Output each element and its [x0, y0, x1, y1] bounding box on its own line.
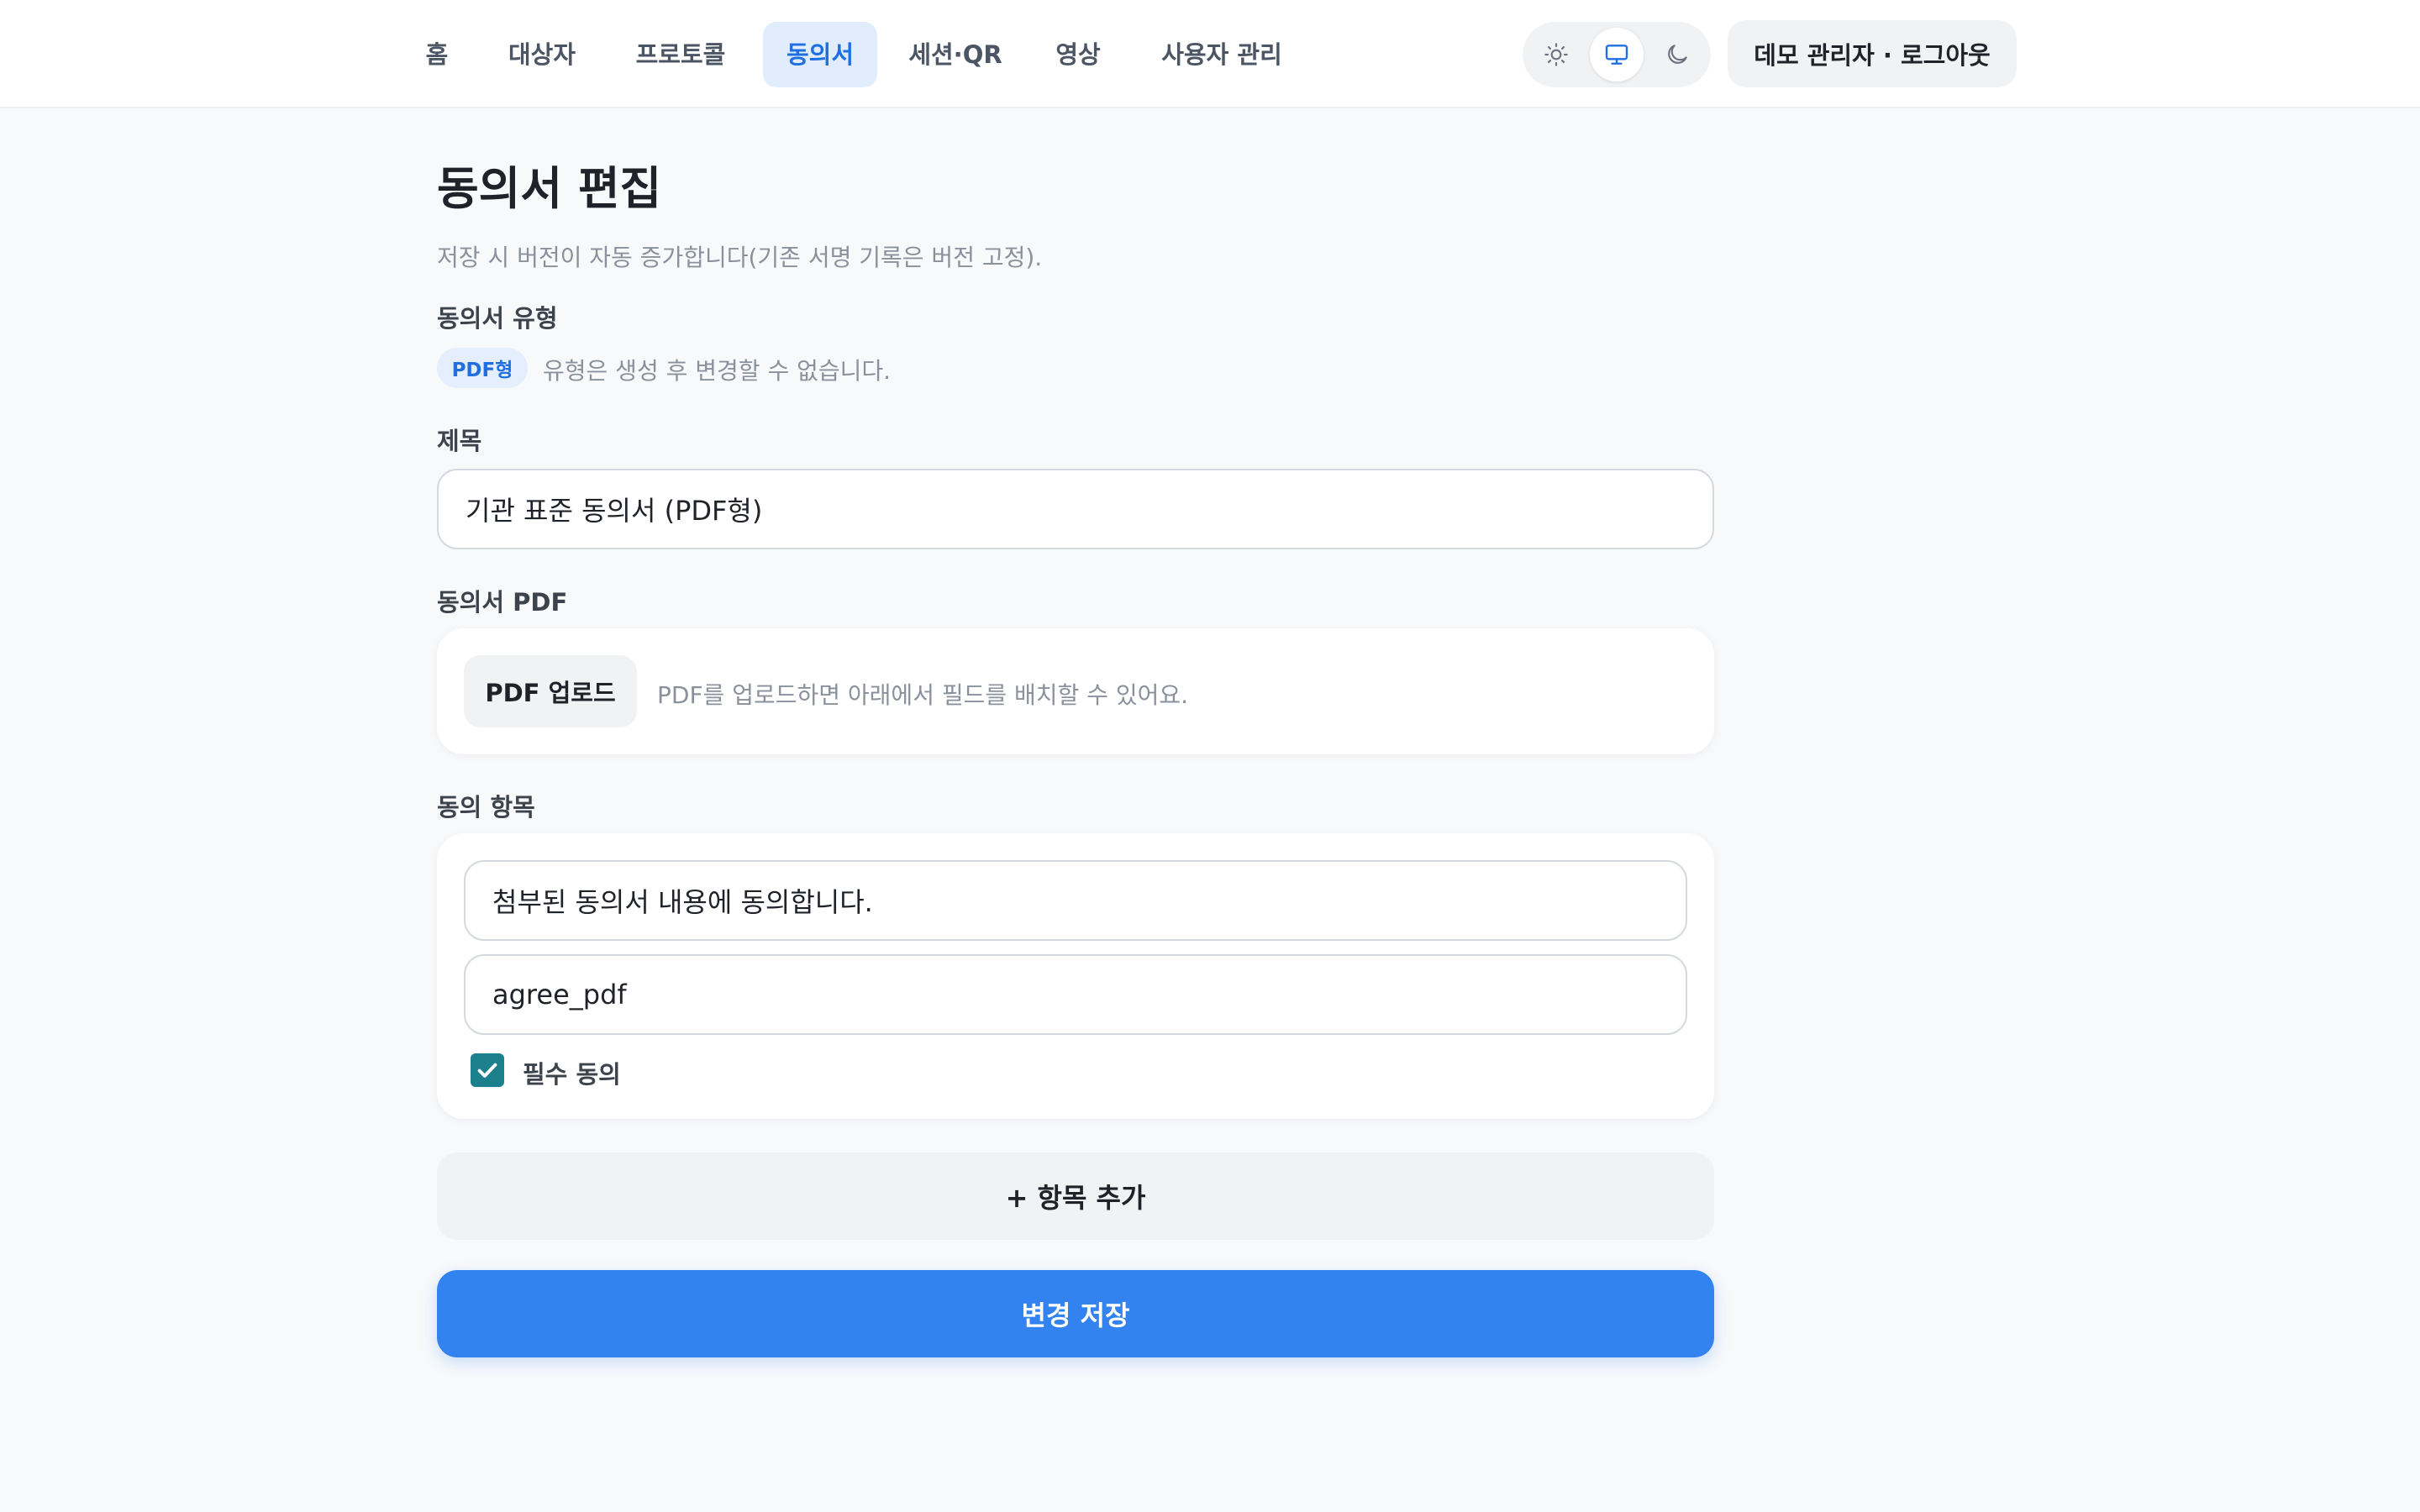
nav-item-user-management[interactable]: 사용자 관리 — [1148, 22, 1296, 87]
top-navigation-bar: 홈 대상자 프로토콜 동의서 세션·QR 영상 사용자 관리 데모 관리자 · … — [0, 0, 2420, 108]
page-subtitle: 저장 시 버전이 자동 증가합니다(기존 서명 기록은 버전 고정). — [437, 244, 1043, 271]
nav-item-session-qr[interactable]: 세션·QR — [902, 22, 1008, 87]
sun-icon — [1544, 43, 1568, 66]
pdf-upload-button[interactable]: PDF 업로드 — [464, 655, 637, 727]
consent-type-note: 유형은 생성 후 변경할 수 없습니다. — [543, 357, 892, 385]
nav-item-videos[interactable]: 영상 — [1042, 22, 1114, 87]
account-logout-button[interactable]: 데모 관리자 · 로그아웃 — [1728, 20, 2017, 87]
consent-type-badge: PDF형 — [437, 348, 528, 388]
add-item-button[interactable]: + 항목 추가 — [437, 1152, 1714, 1240]
light-theme-button[interactable] — [1529, 28, 1583, 81]
checkmark-icon — [477, 1063, 497, 1078]
required-checkbox-label[interactable]: 필수 동의 — [523, 1055, 621, 1090]
pdf-upload-note: PDF를 업로드하면 아래에서 필드를 배치할 수 있어요. — [657, 681, 1189, 709]
system-theme-button[interactable] — [1590, 28, 1644, 81]
nav-item-consent-forms[interactable]: 동의서 — [763, 22, 877, 87]
save-changes-button[interactable]: 변경 저장 — [437, 1270, 1714, 1357]
moon-icon — [1668, 45, 1687, 64]
consent-type-label: 동의서 유형 — [437, 304, 558, 333]
monitor-icon — [1605, 45, 1628, 65]
consent-items-label: 동의 항목 — [437, 793, 535, 822]
nav-item-protocols[interactable]: 프로토콜 — [623, 22, 738, 87]
title-field-label: 제목 — [437, 427, 482, 455]
nav-item-subjects[interactable]: 대상자 — [494, 22, 590, 87]
required-checkbox[interactable] — [471, 1053, 504, 1087]
consent-item-key-input[interactable]: agree_pdf — [464, 954, 1687, 1035]
pdf-upload-card: PDF 업로드 PDF를 업로드하면 아래에서 필드를 배치할 수 있어요. — [437, 628, 1714, 754]
pdf-section-label: 동의서 PDF — [437, 588, 568, 617]
dark-theme-button[interactable] — [1650, 28, 1704, 81]
theme-switcher — [1523, 22, 1711, 87]
consent-item-text-input[interactable]: 첨부된 동의서 내용에 동의합니다. — [464, 860, 1687, 941]
page-title: 동의서 편집 — [437, 162, 662, 215]
nav-item-home[interactable]: 홈 — [413, 22, 460, 87]
consent-item-card: 첨부된 동의서 내용에 동의합니다. agree_pdf 필수 동의 — [437, 833, 1714, 1119]
title-input[interactable]: 기관 표준 동의서 (PDF형) — [437, 469, 1714, 549]
